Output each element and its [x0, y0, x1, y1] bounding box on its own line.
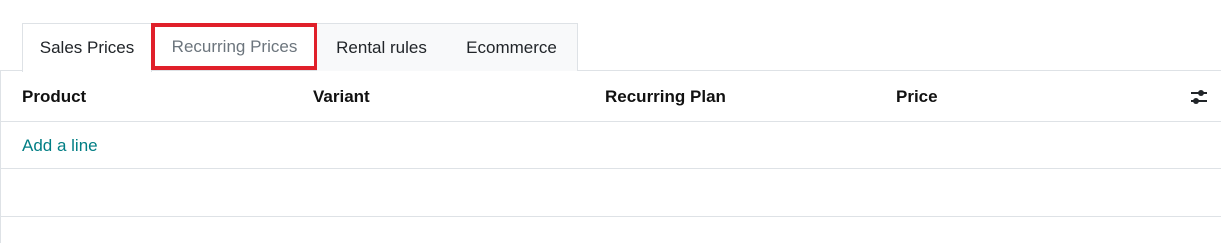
tab-recurring-prices[interactable]: Recurring Prices — [151, 23, 318, 70]
add-line-row: Add a line — [0, 122, 1221, 169]
tab-label: Ecommerce — [466, 37, 557, 57]
tab-ecommerce[interactable]: Ecommerce — [446, 23, 578, 71]
tab-label: Rental rules — [336, 37, 427, 57]
tab-bar: Sales Prices Recurring Prices Rental rul… — [0, 0, 1221, 72]
column-header-variant[interactable]: Variant — [313, 71, 370, 122]
add-a-line-link[interactable]: Add a line — [22, 122, 98, 169]
tab-label: Recurring Prices — [171, 36, 298, 56]
pricing-tabs-panel: Sales Prices Recurring Prices Rental rul… — [0, 0, 1221, 243]
column-header-product[interactable]: Product — [22, 71, 86, 122]
tab-sales-prices[interactable]: Sales Prices — [22, 23, 152, 72]
optional-columns-button[interactable] — [1189, 87, 1209, 107]
table-header: Product Variant Recurring Plan Price — [0, 71, 1221, 122]
table-row — [0, 169, 1221, 217]
sliders-icon — [1191, 90, 1207, 104]
tab-rental-rules[interactable]: Rental rules — [317, 23, 447, 71]
column-header-price[interactable]: Price — [896, 71, 938, 122]
column-header-recurring-plan[interactable]: Recurring Plan — [605, 71, 726, 122]
tab-label: Sales Prices — [39, 38, 135, 57]
